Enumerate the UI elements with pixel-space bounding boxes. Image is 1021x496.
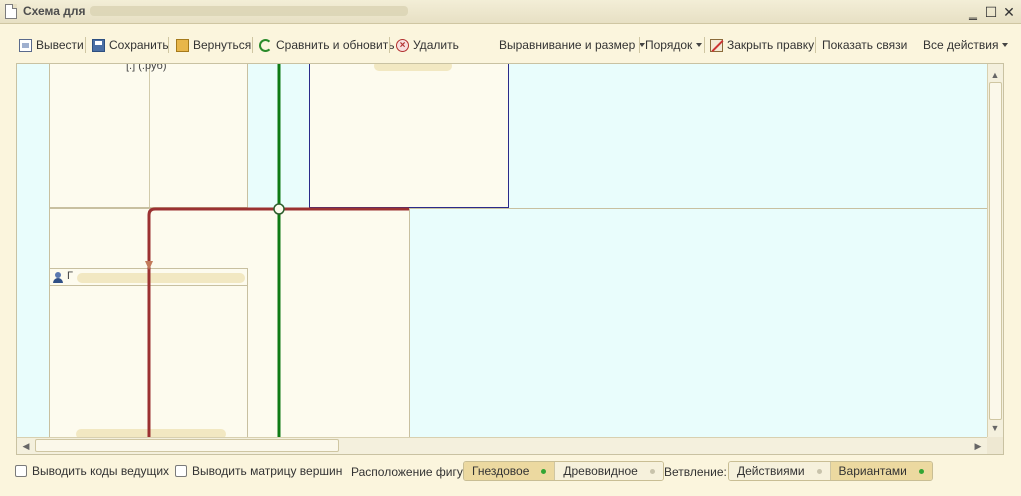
layout-option-tree-label: Древовидное xyxy=(563,464,638,478)
order-label: Порядок xyxy=(645,38,693,52)
horizontal-scroll-thumb[interactable] xyxy=(35,439,339,452)
scroll-up-icon[interactable]: ▲ xyxy=(988,68,1002,82)
align-label: Выравнивание и размер xyxy=(499,38,636,52)
diagram-canvas[interactable]: [.] (.руб) Г ▲ ▼ ◀ ▶ xyxy=(16,63,1004,455)
align-size-menu[interactable]: Выравнивание и размер xyxy=(499,36,646,54)
order-menu[interactable]: Порядок xyxy=(645,36,703,54)
compare-label: Сравнить и обновить xyxy=(276,38,395,52)
toolbar-divider xyxy=(85,37,86,53)
horizontal-scrollbar[interactable]: ◀ ▶ xyxy=(17,437,989,454)
save-icon xyxy=(92,38,105,52)
close-button[interactable]: ✕ xyxy=(1000,3,1018,21)
delete-label: Удалить xyxy=(413,38,459,52)
scroll-right-icon[interactable]: ▶ xyxy=(971,439,985,453)
toolbar-divider xyxy=(815,37,816,53)
arrow-head-icon xyxy=(145,261,153,270)
toolbar-divider xyxy=(389,37,390,53)
branching-label: Ветвление: xyxy=(664,465,727,479)
back-button[interactable]: Вернуться xyxy=(176,36,251,54)
show-links-button[interactable]: Показать связи xyxy=(822,36,907,54)
window-title: Схема для xyxy=(23,4,86,18)
layout-label: Расположение фигур: xyxy=(351,465,473,479)
delete-button[interactable]: × Удалить xyxy=(396,36,459,54)
selected-indicator-icon xyxy=(541,468,547,474)
branching-option-actions-label: Действиями xyxy=(737,464,805,478)
save-label: Сохранить xyxy=(109,38,169,52)
branching-option-actions[interactable]: Действиями xyxy=(729,462,831,480)
chevron-down-icon xyxy=(1002,43,1009,47)
vertical-scroll-thumb[interactable] xyxy=(989,82,1002,420)
chevron-down-icon xyxy=(696,43,703,47)
print-label: Вывести xyxy=(36,38,84,52)
checkbox-box[interactable] xyxy=(175,465,187,477)
branching-toggle[interactable]: Действиями Вариантами xyxy=(728,461,933,481)
toolbar-divider xyxy=(704,37,705,53)
document-icon xyxy=(5,4,17,19)
save-button[interactable]: Сохранить xyxy=(92,36,169,54)
unselected-indicator-icon xyxy=(816,468,822,474)
back-icon xyxy=(176,38,189,52)
window-titlebar: Схема для ‗ ☐ ✕ xyxy=(0,0,1021,24)
layout-option-nested[interactable]: Гнездовое xyxy=(464,462,556,480)
layout-toggle[interactable]: Гнездовое Древовидное xyxy=(463,461,664,481)
edit-cross-icon xyxy=(710,38,723,52)
junction-point[interactable] xyxy=(273,203,285,215)
toolbar: Вывести Сохранить Вернуться Сравнить и о… xyxy=(0,28,1021,62)
print-icon xyxy=(19,38,32,52)
back-label: Вернуться xyxy=(193,38,252,52)
vertical-scrollbar[interactable]: ▲ ▼ xyxy=(987,64,1003,438)
show-vertex-matrix-checkbox[interactable]: Выводить матрицу вершин xyxy=(175,464,342,478)
show-lead-codes-label: Выводить коды ведущих xyxy=(32,464,170,478)
title-redacted xyxy=(90,6,408,16)
toolbar-divider xyxy=(639,37,640,53)
branching-option-variants[interactable]: Вариантами xyxy=(830,462,932,480)
all-actions-menu[interactable]: Все действия xyxy=(923,36,1009,54)
scroll-left-icon[interactable]: ◀ xyxy=(19,439,33,453)
show-lead-codes-checkbox[interactable]: Выводить коды ведущих xyxy=(15,464,169,478)
layout-option-nested-label: Гнездовое xyxy=(472,464,530,478)
toolbar-divider xyxy=(252,37,253,53)
show-links-label: Показать связи xyxy=(822,38,908,52)
close-edit-label: Закрыть правку xyxy=(727,38,815,52)
checkbox-box[interactable] xyxy=(15,465,27,477)
compare-update-button[interactable]: Сравнить и обновить xyxy=(259,36,395,54)
scroll-down-icon[interactable]: ▼ xyxy=(988,421,1002,435)
selected-indicator-icon xyxy=(918,468,924,474)
delete-icon: × xyxy=(396,38,409,52)
branching-option-variants-label: Вариантами xyxy=(838,464,907,478)
connectors-layer xyxy=(145,64,409,454)
print-button[interactable]: Вывести xyxy=(19,36,84,54)
layout-option-tree[interactable]: Древовидное xyxy=(555,462,663,480)
maximize-button[interactable]: ☐ xyxy=(982,3,1000,21)
close-edit-button[interactable]: Закрыть правку xyxy=(710,36,814,54)
refresh-icon xyxy=(259,38,272,52)
unselected-indicator-icon xyxy=(649,468,655,474)
options-bar: Выводить коды ведущих Выводить матрицу в… xyxy=(0,458,1021,486)
toolbar-divider xyxy=(168,37,169,53)
scroll-corner xyxy=(987,437,1003,454)
all-actions-label: Все действия xyxy=(923,38,999,52)
show-vertex-matrix-label: Выводить матрицу вершин xyxy=(192,464,343,478)
minimize-button[interactable]: ‗ xyxy=(964,3,982,21)
